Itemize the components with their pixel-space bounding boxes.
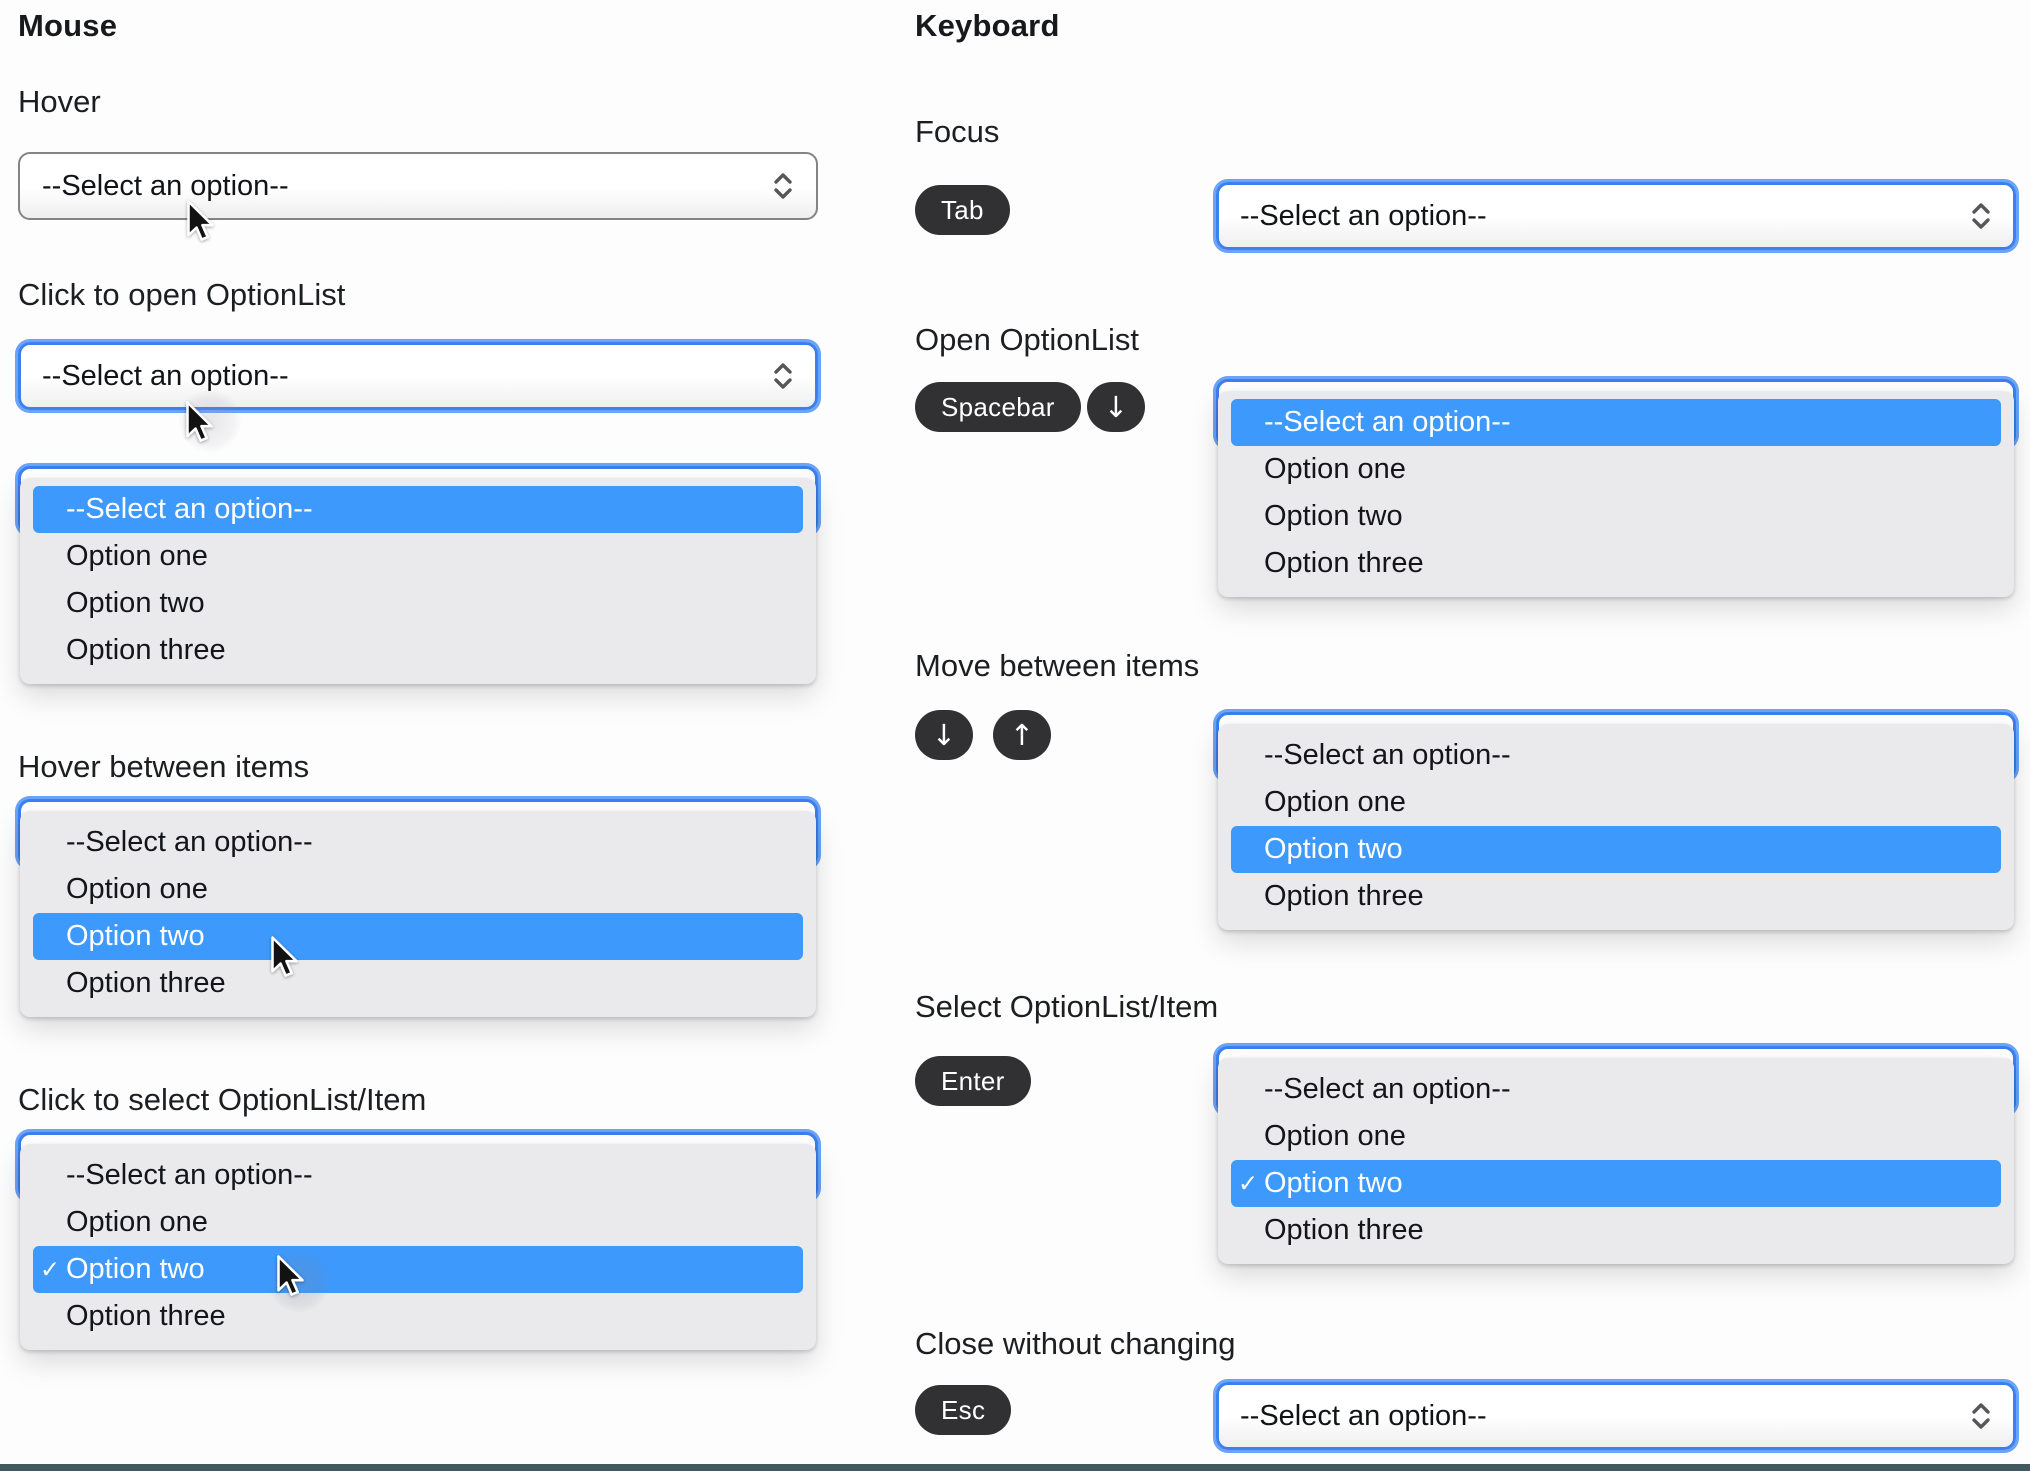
option-label: Option three bbox=[66, 634, 226, 666]
option-item[interactable]: --Select an option-- bbox=[20, 819, 816, 866]
select-value: --Select an option-- bbox=[42, 359, 289, 392]
key-badge-arrow-down: ↓ bbox=[915, 710, 973, 760]
option-item[interactable]: Option two bbox=[20, 580, 816, 627]
option-label: Option two bbox=[1264, 833, 1403, 865]
select-value: --Select an option-- bbox=[1240, 199, 1487, 232]
option-item[interactable]: Option three bbox=[20, 627, 816, 674]
key-badge-arrow-down: ↓ bbox=[1087, 382, 1145, 432]
select-value: --Select an option-- bbox=[42, 169, 289, 202]
optionlist-mouse-hover: --Select an option-- Option one Option t… bbox=[18, 799, 818, 1019]
option-label: Option three bbox=[66, 1300, 226, 1332]
checkmark-icon: ✓ bbox=[40, 1256, 61, 1283]
option-item[interactable]: --Select an option-- bbox=[1218, 732, 2014, 779]
optionlist-keyboard-select: --Select an option-- Option one ✓ Option … bbox=[1216, 1046, 2016, 1266]
option-item[interactable]: Option two bbox=[20, 913, 816, 960]
option-label: Option two bbox=[66, 587, 205, 619]
option-item[interactable]: Option three bbox=[1218, 540, 2014, 587]
option-item[interactable]: Option one bbox=[20, 533, 816, 580]
mouse-heading: Mouse bbox=[18, 8, 118, 43]
option-label: Option three bbox=[1264, 547, 1424, 579]
option-item[interactable]: Option two bbox=[1218, 493, 2014, 540]
key-badge-spacebar: Spacebar bbox=[915, 382, 1081, 432]
option-label: Option one bbox=[1264, 786, 1406, 818]
key-badge-esc: Esc bbox=[915, 1385, 1012, 1435]
option-item[interactable]: Option one bbox=[20, 866, 816, 913]
option-label: Option three bbox=[1264, 880, 1424, 912]
option-item-selected[interactable]: ✓ Option two bbox=[20, 1246, 816, 1293]
mouse-cursor-icon bbox=[271, 936, 298, 977]
option-label: --Select an option-- bbox=[1264, 1073, 1511, 1105]
optionlist-keyboard-move: --Select an option-- Option one Option t… bbox=[1216, 712, 2016, 932]
option-label: Option one bbox=[66, 1206, 208, 1238]
option-label: Option one bbox=[66, 873, 208, 905]
option-label: Option two bbox=[1264, 1167, 1403, 1199]
mouse-cursor-icon bbox=[186, 401, 213, 442]
option-item[interactable]: Option one bbox=[1218, 446, 2014, 493]
key-badge-tab: Tab bbox=[915, 185, 1010, 235]
option-item[interactable]: Option one bbox=[1218, 779, 2014, 826]
option-item[interactable]: --Select an option-- bbox=[1218, 1066, 2014, 1113]
option-item-selected[interactable]: ✓ Option two bbox=[1218, 1160, 2014, 1207]
optionlist-panel: --Select an option-- Option one ✓ Option … bbox=[1218, 1058, 2014, 1264]
option-item[interactable]: --Select an option-- bbox=[20, 1152, 816, 1199]
optionlist-keyboard-open: --Select an option-- Option one Option t… bbox=[1216, 379, 2016, 599]
option-item[interactable]: Option one bbox=[1218, 1113, 2014, 1160]
checkmark-icon: ✓ bbox=[1238, 1170, 1259, 1197]
optionlist-panel: --Select an option-- Option one Option t… bbox=[1218, 724, 2014, 930]
click-open-section-label: Click to open OptionList bbox=[18, 277, 346, 312]
option-item[interactable]: --Select an option-- bbox=[1218, 399, 2014, 446]
mouse-cursor-icon bbox=[187, 200, 214, 241]
optionlist-panel: --Select an option-- Option one Option t… bbox=[20, 478, 816, 684]
option-label: Option one bbox=[1264, 453, 1406, 485]
option-item[interactable]: --Select an option-- bbox=[20, 486, 816, 533]
optionlist-mouse-open: --Select an option-- Option one Option t… bbox=[18, 466, 818, 686]
close-section-label: Close without changing bbox=[915, 1326, 1236, 1361]
option-label: Option two bbox=[1264, 500, 1403, 532]
focus-section-label: Focus bbox=[915, 114, 1000, 149]
chevron-updown-icon bbox=[772, 361, 794, 391]
option-label: --Select an option-- bbox=[1264, 739, 1511, 771]
option-label: Option one bbox=[66, 540, 208, 572]
option-item[interactable]: Option three bbox=[20, 960, 816, 1007]
option-item[interactable]: Option three bbox=[1218, 873, 2014, 920]
option-label: Option two bbox=[66, 920, 205, 952]
open-section-label: Open OptionList bbox=[915, 322, 1140, 357]
move-section-label: Move between items bbox=[915, 648, 1200, 683]
select-hover[interactable]: --Select an option-- bbox=[18, 152, 818, 220]
hover-between-section-label: Hover between items bbox=[18, 749, 310, 784]
option-item[interactable]: Option two bbox=[1218, 826, 2014, 873]
option-label: --Select an option-- bbox=[66, 826, 313, 858]
select-item-section-label: Select OptionList/Item bbox=[915, 989, 1219, 1024]
option-label: Option two bbox=[66, 1253, 205, 1285]
select-value: --Select an option-- bbox=[1240, 1399, 1487, 1432]
option-item[interactable]: Option one bbox=[20, 1199, 816, 1246]
hover-section-label: Hover bbox=[18, 84, 101, 119]
optionlist-panel: --Select an option-- Option one Option t… bbox=[20, 811, 816, 1017]
select-click-open[interactable]: --Select an option-- bbox=[18, 342, 818, 410]
option-item[interactable]: Option three bbox=[20, 1293, 816, 1340]
keyboard-heading: Keyboard bbox=[915, 8, 1060, 43]
option-label: Option three bbox=[1264, 1214, 1424, 1246]
option-label: --Select an option-- bbox=[66, 1159, 313, 1191]
option-label: Option three bbox=[66, 967, 226, 999]
chevron-updown-icon bbox=[1970, 1401, 1992, 1431]
optionlist-mouse-select: --Select an option-- Option one ✓ Option … bbox=[18, 1132, 818, 1352]
optionlist-panel: --Select an option-- Option one Option t… bbox=[1218, 391, 2014, 597]
select-focus[interactable]: --Select an option-- bbox=[1216, 182, 2016, 250]
next-section-divider bbox=[0, 1464, 2030, 1471]
optionlist-panel: --Select an option-- Option one ✓ Option … bbox=[20, 1144, 816, 1350]
key-badge-arrow-up: ↑ bbox=[993, 710, 1051, 760]
option-item[interactable]: Option three bbox=[1218, 1207, 2014, 1254]
option-label: --Select an option-- bbox=[1264, 406, 1511, 438]
select-close[interactable]: --Select an option-- bbox=[1216, 1382, 2016, 1450]
option-label: --Select an option-- bbox=[66, 493, 313, 525]
chevron-updown-icon bbox=[1970, 201, 1992, 231]
chevron-updown-icon bbox=[772, 171, 794, 201]
click-select-section-label: Click to select OptionList/Item bbox=[18, 1082, 427, 1117]
key-badge-enter: Enter bbox=[915, 1056, 1031, 1106]
option-label: Option one bbox=[1264, 1120, 1406, 1152]
mouse-cursor-icon bbox=[277, 1255, 304, 1296]
